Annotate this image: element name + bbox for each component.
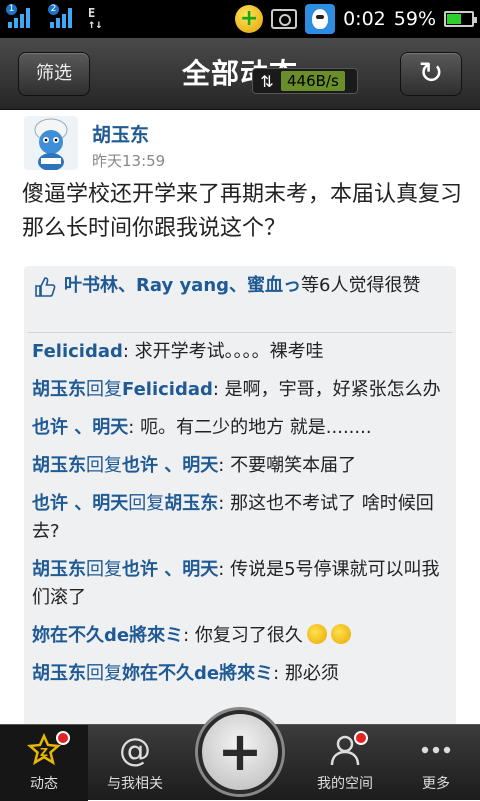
compose-button[interactable]: + (198, 710, 282, 794)
comment-list: Felicidad: 求开学考试。。。。裸考哇 胡玉东回复Felicidad: 是… (32, 338, 444, 698)
reply-target-user[interactable]: 妳在不久de將來ミ (122, 663, 273, 684)
comment-text: : 你复习了很久 (183, 625, 303, 646)
comment-item[interactable]: 胡玉东回复也许 、明天: 传说是5号停课就可以叫我们滚了 (32, 556, 444, 612)
post-time: 昨天13:59 (92, 152, 166, 170)
comment-text: : 呃。有二少的地方 就是........ (128, 417, 372, 438)
nav-label: 更多 (422, 776, 450, 792)
plus-app-icon: + (235, 5, 264, 33)
emoji-icon (306, 624, 327, 644)
reply-word: 回复 (86, 379, 122, 400)
reply-word: 回复 (86, 559, 122, 580)
reply-target-user[interactable]: 也许 、明天 (122, 559, 218, 580)
reply-target-user[interactable]: 胡玉东 (164, 493, 218, 514)
comment-item[interactable]: 胡玉东回复也许 、明天: 不要嘲笑本届了 (32, 452, 444, 480)
comment-text: : 不要嘲笑本届了 (218, 455, 357, 476)
clock: 0:02 (343, 8, 386, 30)
comment-item[interactable]: 妳在不久de將來ミ: 你复习了很久 (32, 622, 444, 650)
avatar[interactable] (24, 116, 78, 170)
signal-2-icon: 2 (48, 4, 72, 28)
post-author[interactable]: 胡玉东 (92, 120, 149, 147)
plus-icon: + (217, 720, 263, 783)
comment-text: : 是啊，宇哥，好紧张怎么办 (212, 379, 441, 400)
comment-item[interactable]: 也许 、明天回复胡玉东: 那这也不考试了 啥时候回去? (32, 490, 444, 546)
network-speed-indicator: ⇅ 446B/s (252, 68, 358, 94)
comment-user[interactable]: 胡玉东 (32, 379, 86, 400)
signal-1-icon: 1 (6, 4, 30, 28)
at-icon: @ (119, 733, 151, 767)
comment-user[interactable]: 也许 、明天 (32, 417, 128, 438)
comment-user[interactable]: Felicidad (32, 341, 123, 362)
network-speed-value: 446B/s (281, 71, 345, 91)
network-type: E ↑↓ (88, 6, 103, 31)
likes-line: 叶书林、Ray yang、蜜血っ等6人觉得很赞 (34, 272, 446, 300)
emoji-icon (330, 624, 351, 644)
nav-item-more[interactable]: 更多 (392, 725, 480, 801)
nav-item-feed[interactable]: Z 动态 (0, 725, 88, 801)
title-bar: 筛选 全部动态 ⇅ 446B/s ↻ (0, 38, 480, 110)
post-text: 傻逼学校还开学来了再期末考，本届认真复习那么长时间你跟我说这个？ (22, 182, 463, 241)
nav-item-my-space[interactable]: 我的空间 (300, 725, 390, 801)
comment-user[interactable]: 妳在不久de將來ミ (32, 625, 183, 646)
reply-target-user[interactable]: Felicidad (122, 379, 213, 400)
more-dots-icon (421, 746, 451, 754)
likes-names[interactable]: 叶书林、Ray yang、蜜血っ (64, 275, 301, 296)
nav-item-about-me[interactable]: @ 与我相关 (90, 725, 180, 801)
comment-user[interactable]: 胡玉东 (32, 559, 86, 580)
svg-text:Z: Z (40, 746, 48, 759)
reply-target-user[interactable]: 也许 、明天 (122, 455, 218, 476)
comment-item[interactable]: Felicidad: 求开学考试。。。。裸考哇 (32, 338, 444, 366)
nav-label: 动态 (30, 776, 58, 792)
thumbs-up-icon (35, 277, 56, 297)
feed-content[interactable]: 胡玉东 昨天13:59 傻逼学校还开学来了再期末考，本届认真复习那么长时间你跟我… (0, 110, 480, 724)
reply-word: 回复 (128, 493, 165, 514)
comment-user[interactable]: 胡玉东 (32, 663, 86, 684)
refresh-icon: ↻ (418, 56, 444, 91)
divider (28, 332, 452, 333)
nav-label: 我的空间 (317, 776, 373, 792)
interaction-box: 叶书林、Ray yang、蜜血っ等6人觉得很赞 Felicidad: 求开学考试… (24, 266, 456, 724)
comment-user[interactable]: 也许 、明天 (32, 493, 128, 514)
updown-arrows-icon: ⇅ (260, 71, 274, 91)
camera-icon (271, 9, 298, 29)
notification-badge (56, 731, 70, 745)
reply-word: 回复 (86, 663, 122, 684)
notification-badge (354, 731, 368, 745)
comment-item[interactable]: 也许 、明天: 呃。有二少的地方 就是........ (32, 414, 444, 442)
comment-item[interactable]: 胡玉东回复Felicidad: 是啊，宇哥，好紧张怎么办 (32, 376, 444, 404)
svg-text:@: @ (119, 733, 151, 767)
comment-item[interactable]: 胡玉东回复妳在不久de將來ミ: 那必须 (32, 660, 444, 688)
qq-icon (305, 4, 336, 34)
comment-text: : 求开学考试。。。。裸考哇 (122, 341, 324, 362)
nav-label: 与我相关 (107, 776, 163, 792)
refresh-button[interactable]: ↻ (400, 52, 462, 96)
battery-percent: 59% (393, 8, 436, 30)
reply-word: 回复 (86, 455, 122, 476)
battery-icon (444, 11, 477, 27)
comment-user[interactable]: 胡玉东 (32, 455, 86, 476)
comment-text: : 那必须 (273, 663, 339, 684)
likes-suffix: 等6人觉得很赞 (301, 275, 421, 296)
status-bar: 1 2 E ↑↓ + 0:02 59% (0, 0, 480, 38)
